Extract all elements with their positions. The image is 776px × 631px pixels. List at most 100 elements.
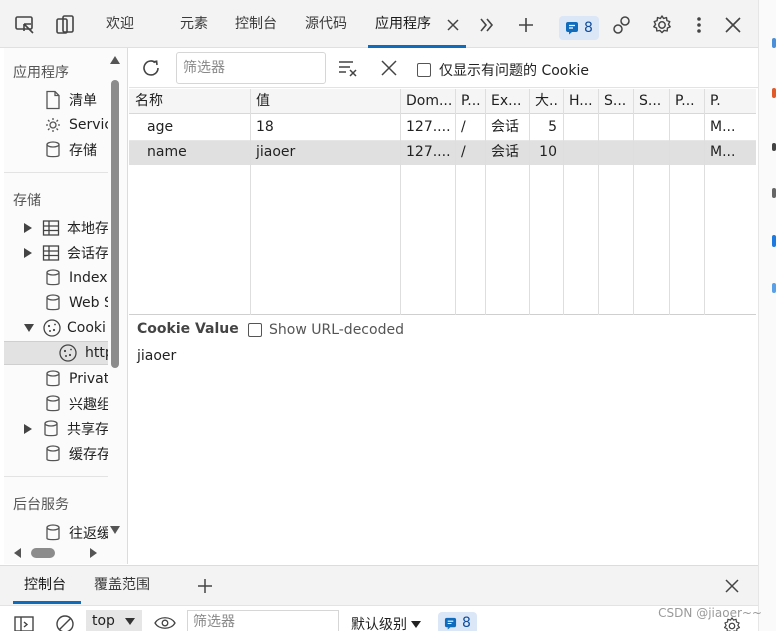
log-level-selector[interactable]: 默认级别 <box>351 614 421 631</box>
sidebar-item-local-storage[interactable]: 本地存 <box>24 216 108 240</box>
cell-domain[interactable]: 127.... <box>400 140 455 165</box>
live-expression-eye-icon[interactable] <box>154 616 176 630</box>
sidebar-item-storage[interactable]: 存储 <box>44 138 108 162</box>
sidebar-item-indexeddb[interactable]: Index <box>44 266 108 290</box>
column-divider[interactable] <box>633 89 634 315</box>
column-divider[interactable] <box>485 89 486 315</box>
device-emulation-icon[interactable] <box>52 12 78 38</box>
column-header-path[interactable]: P... <box>455 89 485 114</box>
column-header-size[interactable]: 大.. <box>529 89 563 114</box>
cell-secure[interactable] <box>598 140 633 165</box>
column-header-samesite[interactable]: S... <box>633 89 669 114</box>
cell-name[interactable]: age <box>129 115 250 140</box>
column-divider[interactable] <box>598 89 599 315</box>
cell-path[interactable]: / <box>455 115 485 140</box>
table-row[interactable]: age 18 127.... / 会话 5 M... <box>129 115 756 140</box>
close-drawer-icon[interactable] <box>724 578 740 594</box>
column-divider[interactable] <box>455 89 456 315</box>
console-filter-input[interactable]: 筛选器 <box>187 610 339 631</box>
sidebar-vertical-scrollbar[interactable] <box>108 56 122 536</box>
tab-application[interactable]: 应用程序 <box>375 0 431 48</box>
table-row[interactable]: name jiaoer 127.... / 会话 10 M... <box>129 140 756 165</box>
cell-httponly[interactable] <box>563 115 598 140</box>
column-header-expires[interactable]: Ex... <box>485 89 529 114</box>
sidebar-item-shared-storage[interactable]: 共享存 <box>24 417 108 441</box>
cell-secure[interactable] <box>598 115 633 140</box>
refresh-icon[interactable] <box>139 56 163 80</box>
cell-path[interactable]: / <box>455 140 485 165</box>
sidebar-item-cookie-origin[interactable]: http <box>4 341 108 365</box>
cell-expires[interactable]: 会话 <box>485 140 529 165</box>
drawer-tab-coverage[interactable]: 覆盖范围 <box>94 566 150 604</box>
delete-all-icon[interactable] <box>380 59 398 77</box>
close-devtools-icon[interactable] <box>720 12 746 38</box>
issues-badge[interactable]: 8 <box>559 16 599 40</box>
cell-name[interactable]: name <box>129 140 250 165</box>
column-divider[interactable] <box>704 89 705 315</box>
scroll-left-arrow-icon[interactable] <box>14 548 21 558</box>
collapse-arrow-icon[interactable] <box>24 324 34 332</box>
cell-priority[interactable]: M... <box>704 140 756 165</box>
add-tab-icon[interactable] <box>513 12 539 38</box>
cell-expires[interactable]: 会话 <box>485 115 529 140</box>
url-decoded-checkbox[interactable] <box>248 323 262 337</box>
sidebar-item-back-forward-cache[interactable]: 往返缓 <box>44 521 108 545</box>
sidebar-item-service-workers[interactable]: Servic <box>44 113 108 137</box>
cell-size[interactable]: 10 <box>529 140 563 165</box>
expand-arrow-icon[interactable] <box>24 424 32 434</box>
cell-value[interactable]: jiaoer <box>250 140 400 165</box>
column-header-name[interactable]: 名称 <box>129 89 250 114</box>
add-drawer-tab-icon[interactable] <box>196 577 214 595</box>
column-divider[interactable] <box>400 89 401 315</box>
cell-partition-key[interactable] <box>669 115 704 140</box>
clear-console-icon[interactable] <box>55 614 75 631</box>
sidebar-item-interest-groups[interactable]: 兴趣组 <box>44 392 108 416</box>
scroll-right-arrow-icon[interactable] <box>90 548 97 558</box>
column-divider[interactable] <box>250 89 251 315</box>
context-selector[interactable]: top <box>86 610 142 631</box>
cookie-value-text[interactable]: jiaoer <box>137 348 176 364</box>
vertical-scrollbar-thumb[interactable] <box>111 80 119 368</box>
cell-partition-key[interactable] <box>669 140 704 165</box>
cell-size[interactable]: 5 <box>529 115 563 140</box>
clear-filtered-icon[interactable] <box>337 58 359 78</box>
cell-samesite[interactable] <box>633 115 669 140</box>
sidebar-item-manifest[interactable]: 清单 <box>44 88 108 112</box>
close-tab-icon[interactable] <box>440 12 466 38</box>
tab-sources[interactable]: 源代码 <box>305 0 347 48</box>
tab-elements[interactable]: 元素 <box>180 0 208 48</box>
inspect-element-icon[interactable] <box>12 12 38 38</box>
cell-value[interactable]: 18 <box>250 115 400 140</box>
console-issues-badge[interactable]: 8 <box>438 612 477 631</box>
scroll-down-arrow-icon[interactable] <box>110 526 120 534</box>
column-divider[interactable] <box>529 89 530 315</box>
column-header-secure[interactable]: S... <box>598 89 633 114</box>
cookie-filter-input[interactable] <box>176 52 326 84</box>
only-issues-checkbox[interactable] <box>417 63 431 77</box>
drawer-tab-console[interactable]: 控制台 <box>24 566 66 604</box>
only-issues-toggle[interactable]: 仅显示有问题的 Cookie <box>417 60 589 80</box>
connect-icon[interactable] <box>609 12 635 38</box>
sidebar-item-web-sql[interactable]: Web S <box>44 291 108 315</box>
column-header-httponly[interactable]: H... <box>563 89 598 114</box>
sidebar-item-session-storage[interactable]: 会话存 <box>24 241 108 265</box>
column-divider[interactable] <box>563 89 564 315</box>
more-options-icon[interactable] <box>686 12 712 38</box>
cell-domain[interactable]: 127.... <box>400 115 455 140</box>
column-header-priority[interactable]: P. <box>704 89 756 114</box>
sidebar-item-cache-storage[interactable]: 缓存存 <box>44 442 108 466</box>
sidebar-item-private-state-tokens[interactable]: Privat <box>44 367 108 391</box>
url-decoded-toggle[interactable]: Show URL-decoded <box>248 322 404 338</box>
column-header-value[interactable]: 值 <box>250 89 400 114</box>
more-tabs-icon[interactable] <box>474 12 500 38</box>
horizontal-scrollbar-thumb[interactable] <box>31 548 55 558</box>
column-divider[interactable] <box>669 89 670 315</box>
column-header-domain[interactable]: Dom... <box>400 89 455 114</box>
expand-arrow-icon[interactable] <box>24 248 32 258</box>
expand-arrow-icon[interactable] <box>24 223 32 233</box>
sidebar-item-cookies[interactable]: Cooki <box>24 316 108 340</box>
cell-samesite[interactable] <box>633 140 669 165</box>
scroll-up-arrow-icon[interactable] <box>110 56 120 64</box>
toggle-sidebar-icon[interactable] <box>14 616 34 631</box>
tab-console[interactable]: 控制台 <box>235 0 277 48</box>
